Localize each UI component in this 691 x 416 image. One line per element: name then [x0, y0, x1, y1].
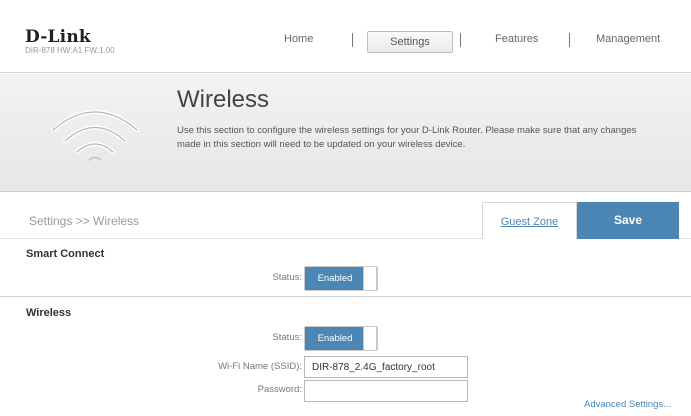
status-label: Status:	[272, 272, 302, 283]
dlink-logo: D-Link	[25, 27, 91, 47]
smart-connect-section: Smart Connect Status: Enabled	[0, 239, 691, 297]
password-input[interactable]	[304, 380, 468, 402]
nav-home[interactable]: Home	[284, 33, 313, 45]
smart-connect-toggle[interactable]: Enabled	[304, 266, 378, 291]
guest-zone-link[interactable]: Guest Zone	[482, 202, 577, 239]
breadcrumb: Settings >> Wireless	[29, 214, 140, 228]
password-label: Password:	[257, 384, 302, 395]
advanced-settings-link[interactable]: Advanced Settings...	[584, 399, 671, 410]
wireless-toggle[interactable]: Enabled	[304, 326, 378, 351]
nav-separator	[352, 33, 353, 47]
ssid-input[interactable]	[304, 356, 468, 378]
wireless-section: Wireless Status: Enabled Wi-Fi Name (SSI…	[0, 298, 691, 416]
page-title: Wireless	[177, 86, 270, 113]
page-description: Use this section to configure the wirele…	[177, 125, 637, 150]
nav-separator	[569, 33, 570, 47]
toggle-state: Enabled	[305, 267, 365, 290]
section-title: Smart Connect	[26, 248, 105, 260]
toggle-state: Enabled	[305, 327, 365, 350]
toggle-knob	[363, 326, 377, 351]
toggle-knob	[363, 266, 377, 291]
model-info: DIR-878 HW:A1 FW:1.00	[25, 46, 115, 55]
nav-separator	[460, 33, 461, 47]
page-banner: Wireless Use this section to configure t…	[0, 74, 691, 192]
top-header: D-Link DIR-878 HW:A1 FW:1.00 Home Settin…	[0, 0, 691, 73]
save-button[interactable]: Save	[577, 202, 679, 239]
nav-features[interactable]: Features	[495, 33, 538, 45]
nav-settings[interactable]: Settings	[367, 31, 453, 53]
ssid-label: Wi-Fi Name (SSID):	[218, 361, 302, 372]
nav-management[interactable]: Management	[596, 33, 660, 45]
status-label: Status:	[272, 332, 302, 343]
wifi-icon	[51, 110, 139, 161]
section-title: Wireless	[26, 307, 72, 319]
